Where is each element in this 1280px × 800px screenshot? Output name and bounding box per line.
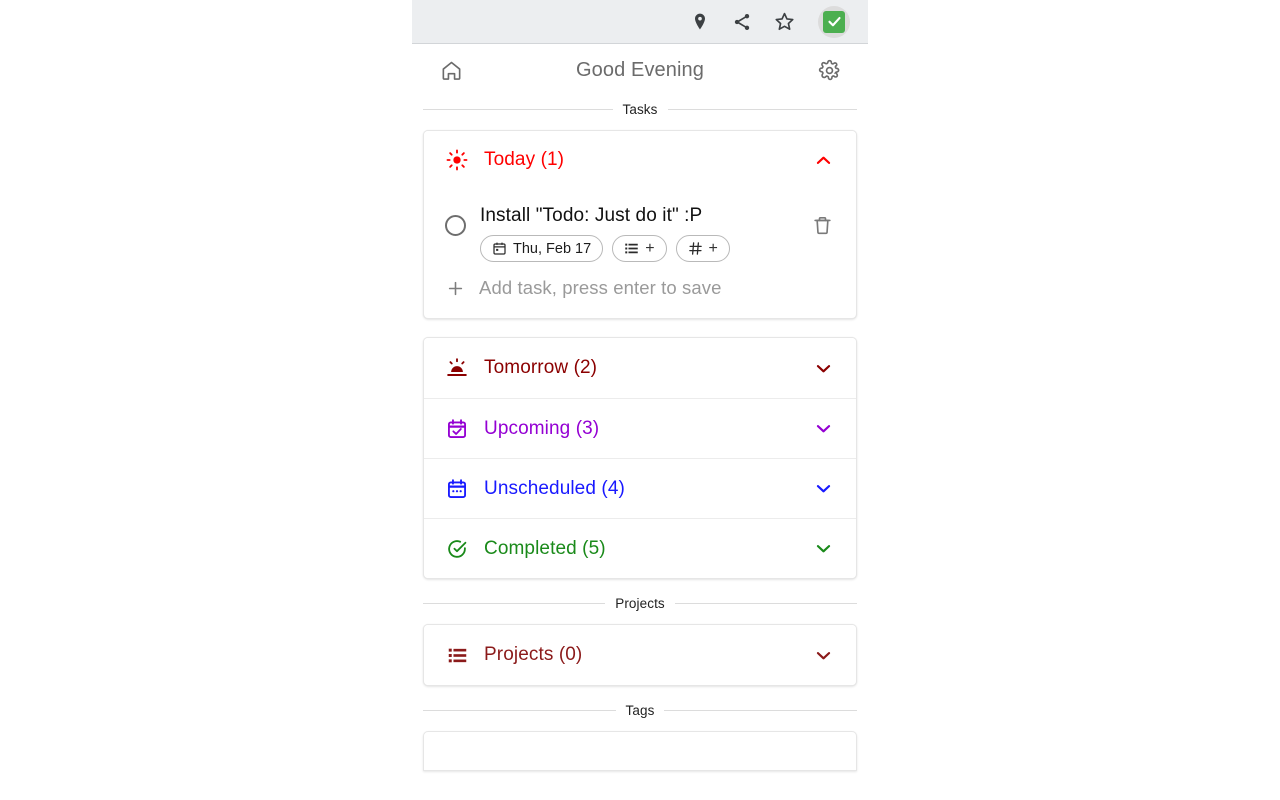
calendar-check-icon — [445, 417, 469, 441]
bookmark-star-icon[interactable] — [772, 10, 796, 34]
section-label-projects: Projects (0) — [484, 644, 583, 665]
add-task-input[interactable]: Add task, press enter to save — [479, 277, 722, 299]
divider-tags: Tags — [423, 703, 858, 718]
divider-label-projects: Projects — [615, 596, 665, 611]
divider-line-left — [423, 710, 616, 711]
divider-line-left — [423, 109, 613, 110]
extension-check-badge — [823, 10, 845, 33]
page-title: Good Evening — [576, 58, 704, 81]
task-project-chip[interactable]: + — [612, 235, 667, 262]
delete-icon[interactable] — [810, 213, 834, 237]
add-task-row[interactable]: Add task, press enter to save — [424, 266, 856, 318]
task-checkbox[interactable] — [445, 215, 466, 236]
task-chips: Thu, Feb 17 + + — [480, 235, 810, 262]
plus-icon — [443, 276, 467, 300]
check-circle-icon — [445, 537, 469, 561]
gear-icon[interactable] — [814, 55, 844, 85]
location-pin-icon[interactable] — [688, 10, 712, 34]
chevron-up-icon[interactable] — [812, 149, 834, 171]
tags-card[interactable] — [423, 731, 857, 771]
task-row: Install "Todo: Just do it" :P Thu, Feb 1… — [424, 189, 856, 266]
task-sections-card: Tomorrow (2) Upcoming (3) Unscheduled (4… — [423, 337, 857, 579]
divider-line-right — [674, 603, 858, 604]
sun-icon — [445, 148, 469, 172]
share-icon[interactable] — [730, 10, 754, 34]
task-tag-chip[interactable]: + — [675, 235, 730, 262]
list-icon — [445, 643, 469, 667]
calendar-dots-icon — [445, 477, 469, 501]
divider-projects: Projects — [423, 596, 858, 611]
section-label-upcoming: Upcoming (3) — [484, 417, 600, 439]
chevron-down-icon[interactable] — [812, 418, 834, 440]
divider-label-tasks: Tasks — [622, 102, 658, 117]
task-tag-plus: + — [708, 239, 718, 257]
task-project-plus: + — [645, 239, 655, 257]
chevron-down-icon[interactable] — [812, 478, 834, 500]
home-icon[interactable] — [436, 55, 466, 85]
browser-toolbar — [412, 0, 868, 44]
section-label-today: Today (1) — [484, 149, 565, 170]
sunrise-icon — [445, 356, 469, 380]
today-card: Today (1) Install "Todo: Just do it" :P — [423, 130, 857, 319]
todo-extension-icon[interactable] — [818, 5, 850, 38]
projects-card: Projects (0) — [423, 624, 857, 686]
chevron-down-icon[interactable] — [812, 538, 834, 560]
section-header-unscheduled[interactable]: Unscheduled (4) — [424, 458, 856, 518]
task-date-label: Thu, Feb 17 — [513, 240, 592, 257]
divider-label-tags: Tags — [625, 703, 655, 718]
section-header-upcoming[interactable]: Upcoming (3) — [424, 398, 856, 458]
section-label-completed: Completed (5) — [484, 537, 606, 559]
section-header-tomorrow[interactable]: Tomorrow (2) — [424, 338, 856, 398]
divider-line-left — [423, 603, 606, 604]
divider-line-right — [667, 109, 858, 110]
extension-popup: Good Evening Tasks Today (1) Install "To… — [412, 44, 868, 800]
section-label-tomorrow: Tomorrow (2) — [484, 357, 598, 378]
app-header: Good Evening — [412, 44, 868, 96]
task-title[interactable]: Install "Todo: Just do it" :P — [480, 203, 810, 229]
section-header-completed[interactable]: Completed (5) — [424, 518, 856, 578]
section-header-projects[interactable]: Projects (0) — [424, 625, 856, 685]
chevron-down-icon[interactable] — [812, 357, 834, 379]
chevron-down-icon[interactable] — [812, 644, 834, 666]
section-label-unscheduled: Unscheduled (4) — [484, 477, 625, 499]
task-date-chip[interactable]: Thu, Feb 17 — [480, 235, 604, 262]
divider-line-right — [664, 710, 858, 711]
task-content: Install "Todo: Just do it" :P Thu, Feb 1… — [480, 203, 810, 262]
divider-tasks: Tasks — [423, 102, 858, 117]
browser-toolbar-icons — [688, 5, 868, 38]
section-header-today[interactable]: Today (1) — [424, 131, 856, 189]
